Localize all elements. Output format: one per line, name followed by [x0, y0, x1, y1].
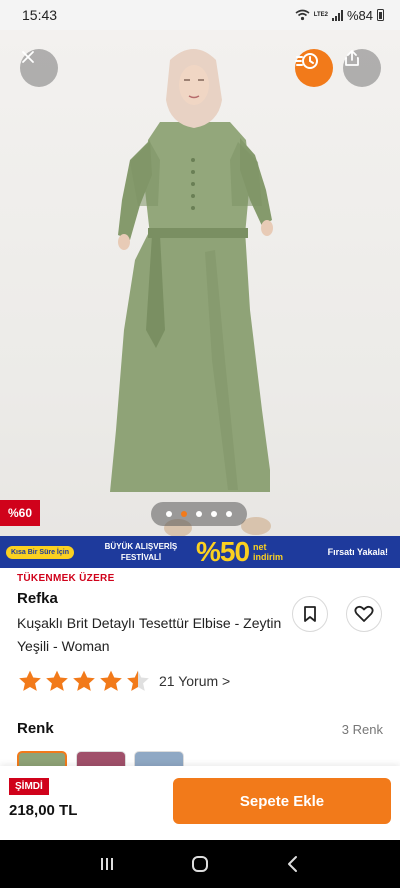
star-full-icon	[100, 670, 122, 691]
product-title: Kuşaklı Brit Detaylı Tesettür Elbise - Z…	[17, 615, 282, 654]
recently-viewed-icon	[295, 53, 318, 69]
battery-percent: %84	[346, 7, 373, 23]
hand-left	[118, 234, 130, 250]
banner-festival-title: BÜYÜK ALIŞVERİŞ FESTİVALİ	[104, 542, 178, 562]
star-half-icon	[127, 670, 149, 691]
star-full-icon	[19, 670, 41, 691]
share-icon	[345, 50, 359, 66]
banner-percent: %50	[195, 536, 250, 567]
heart-icon	[354, 605, 374, 622]
star-full-icon	[46, 670, 68, 691]
product-photo	[110, 49, 273, 536]
signal-icon	[331, 9, 343, 21]
banner-tag: Kısa Bir Süre İçin	[6, 545, 74, 559]
recents-button[interactable]	[87, 844, 127, 884]
reviews-link[interactable]: 21 Yorum >	[159, 673, 230, 689]
bookmark-icon	[304, 606, 316, 622]
pagination-dot[interactable]	[211, 511, 217, 517]
image-pagination[interactable]	[151, 502, 247, 526]
back-icon	[288, 856, 298, 872]
stock-warning: TÜKENMEK ÜZERE	[17, 573, 115, 584]
dress-cape-right	[230, 142, 262, 206]
add-to-cart-button[interactable]: Sepete Ekle	[173, 778, 391, 824]
banner-link[interactable]: Fırsatı Yakala!	[328, 547, 388, 557]
home-icon	[191, 856, 208, 872]
price: 218,00 TL	[9, 802, 78, 819]
bottom-action-bar: ŞİMDİ 218,00 TL Sepete Ekle	[0, 766, 400, 840]
battery-icon	[377, 9, 384, 21]
banner-net: net	[253, 542, 267, 552]
share-button[interactable]	[343, 49, 381, 87]
recently-viewed-button[interactable]	[295, 49, 333, 87]
close-button[interactable]	[20, 49, 58, 87]
status-time: 15:43	[22, 7, 58, 23]
dress-skirt	[110, 230, 270, 492]
hand-right	[261, 220, 273, 236]
now-label: ŞİMDİ	[9, 778, 49, 795]
dress-belt	[148, 228, 248, 238]
campaign-banner[interactable]: Kısa Bir Süre İçin BÜYÜK ALIŞVERİŞ FESTİ…	[0, 536, 400, 568]
home-button[interactable]	[180, 844, 220, 884]
wifi-icon	[295, 9, 310, 21]
close-icon	[22, 51, 34, 63]
product-image-gallery[interactable]: %60	[0, 30, 400, 536]
network-label: LTE2	[313, 12, 328, 18]
color-count: 3 Renk	[341, 722, 383, 737]
banner-indirim: indirim	[253, 552, 284, 562]
favorite-button[interactable]	[346, 596, 382, 632]
pagination-dot-active[interactable]	[181, 511, 187, 517]
discount-badge: %60	[0, 500, 40, 526]
system-navigation-bar	[0, 840, 400, 888]
recents-icon	[100, 858, 113, 870]
color-section-title: Renk	[17, 720, 54, 737]
star-rating	[17, 669, 151, 694]
star-full-icon	[73, 670, 95, 691]
color-swatch[interactable]	[76, 751, 126, 767]
face	[179, 65, 209, 105]
pagination-dot[interactable]	[166, 511, 172, 517]
pagination-dot[interactable]	[226, 511, 232, 517]
banner-net-discount: net indirim	[253, 542, 283, 562]
brand-name[interactable]: Refka	[17, 590, 58, 607]
status-bar: 15:43 LTE2 %84	[0, 0, 400, 30]
pagination-dot[interactable]	[196, 511, 202, 517]
rating-row[interactable]: 21 Yorum >	[17, 668, 230, 694]
color-swatch-selected[interactable]	[17, 751, 67, 767]
status-indicators: LTE2 %84	[295, 8, 384, 23]
back-button[interactable]	[273, 844, 313, 884]
color-swatch[interactable]	[134, 751, 184, 767]
add-to-collection-button[interactable]	[292, 596, 328, 632]
